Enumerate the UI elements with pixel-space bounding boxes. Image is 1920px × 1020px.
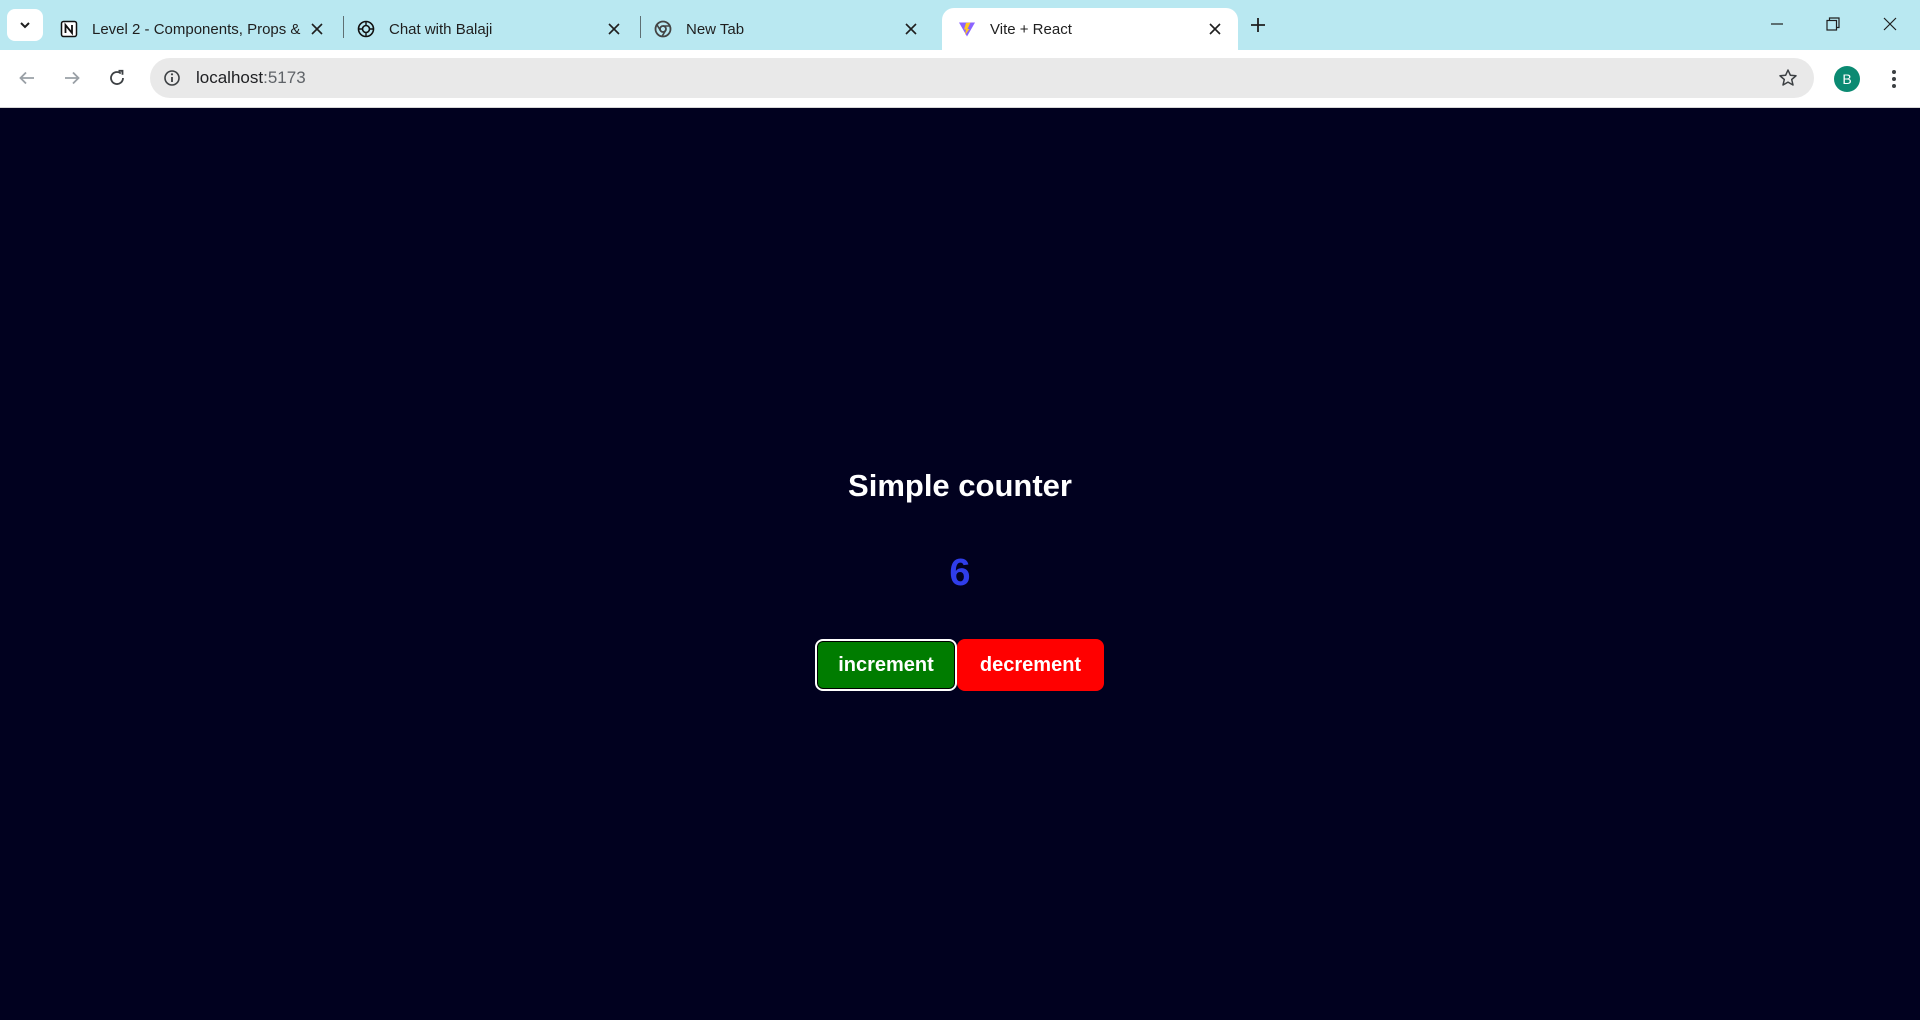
more-vertical-icon — [1892, 70, 1896, 88]
increment-button[interactable]: increment — [815, 639, 957, 691]
close-tab-icon[interactable] — [1204, 18, 1226, 40]
forward-button[interactable] — [54, 60, 90, 96]
close-tab-icon[interactable] — [603, 18, 625, 40]
tab-vite-react[interactable]: Vite + React — [942, 8, 1238, 50]
notion-icon — [60, 20, 78, 38]
counter-buttons: increment decrement — [815, 639, 1104, 691]
site-info-icon[interactable] — [160, 66, 184, 90]
tab-chat-with-balaji[interactable]: Chat with Balaji — [341, 8, 637, 50]
address-bar[interactable]: localhost:5173 — [150, 58, 1814, 98]
chevron-down-icon — [20, 22, 30, 29]
close-icon — [1883, 17, 1897, 31]
decrement-button[interactable]: decrement — [957, 639, 1104, 691]
chrome-icon — [654, 20, 672, 38]
back-button[interactable] — [9, 60, 45, 96]
minimize-button[interactable] — [1749, 0, 1805, 48]
tab-new-tab[interactable]: New Tab — [638, 8, 934, 50]
tab-title: Level 2 - Components, Props & — [92, 20, 301, 38]
minimize-icon — [1771, 23, 1783, 25]
url-port: :5173 — [263, 68, 306, 87]
arrow-right-icon — [65, 71, 80, 85]
page-viewport: Simple counter 6 increment decrement — [0, 108, 1920, 1020]
restore-button[interactable] — [1805, 0, 1861, 48]
tab-title: New Tab — [686, 20, 745, 38]
profile-avatar[interactable]: B — [1834, 66, 1860, 92]
close-window-button[interactable] — [1862, 0, 1918, 48]
plus-icon — [1251, 18, 1265, 32]
browser-menu-button[interactable] — [1879, 64, 1909, 94]
chatgpt-icon — [357, 20, 375, 38]
reload-icon — [110, 69, 124, 85]
close-tab-icon[interactable] — [900, 18, 922, 40]
vite-icon — [958, 20, 976, 38]
browser-toolbar: localhost:5173 B — [0, 50, 1920, 108]
restore-icon — [1826, 17, 1840, 31]
reload-button[interactable] — [99, 60, 135, 96]
tab-title: Chat with Balaji — [389, 20, 493, 38]
url-text[interactable]: localhost:5173 — [196, 68, 306, 88]
tab-title: Vite + React — [990, 20, 1072, 38]
counter-value: 6 — [949, 552, 971, 594]
new-tab-button[interactable] — [1244, 11, 1272, 39]
page-title: Simple counter — [848, 468, 1072, 503]
url-host: localhost — [196, 68, 264, 87]
tab-notion[interactable]: Level 2 - Components, Props & — [44, 8, 340, 50]
arrow-left-icon — [19, 71, 34, 85]
browser-tab-strip: Level 2 - Components, Props & Chat with … — [0, 0, 1920, 50]
tab-search-button[interactable] — [7, 9, 43, 41]
bookmark-star-icon[interactable] — [1776, 66, 1800, 90]
close-tab-icon[interactable] — [306, 18, 328, 40]
